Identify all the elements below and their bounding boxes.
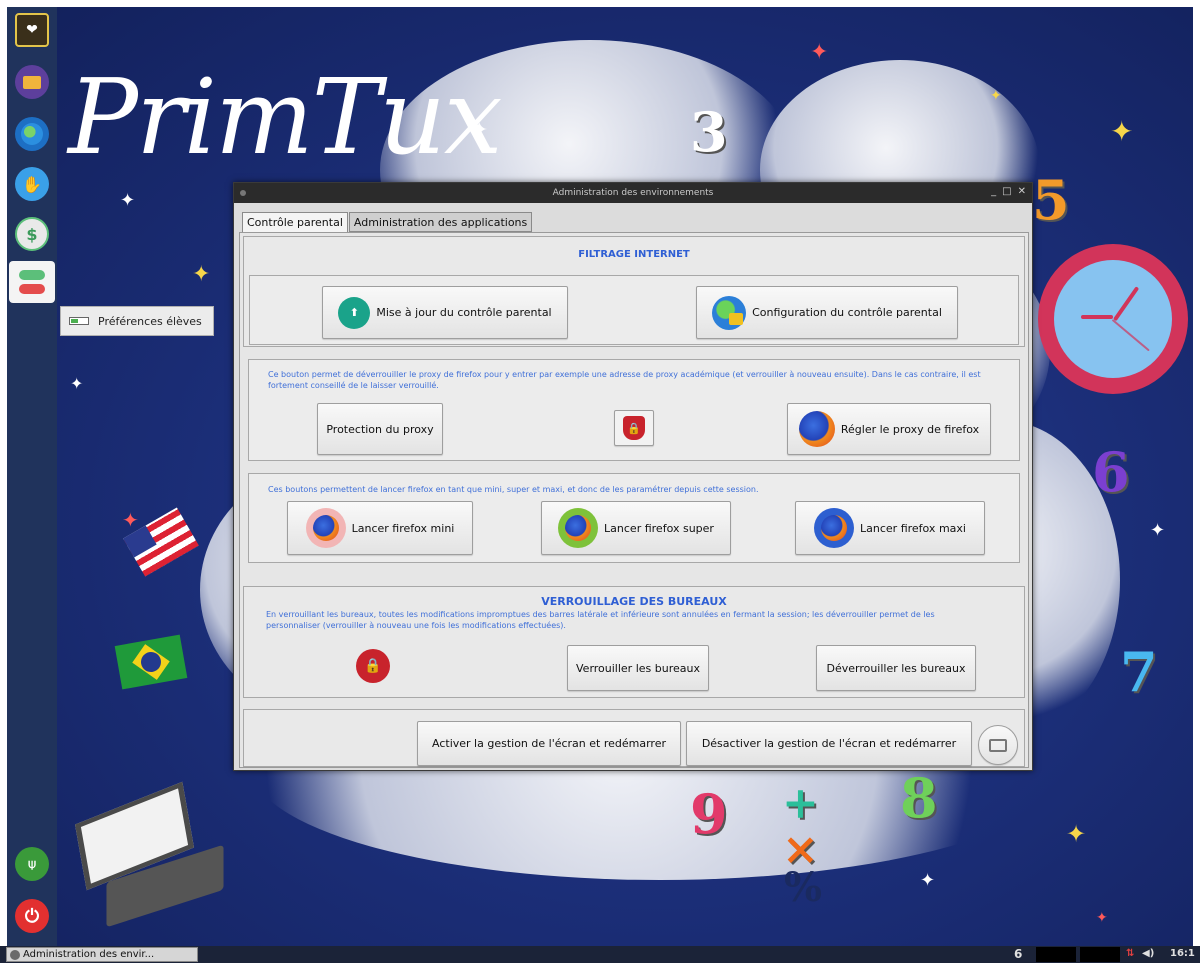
star-decoration: ✦ (122, 508, 139, 532)
star-decoration: ✦ (192, 262, 211, 287)
deactivate-screen-button[interactable]: Désactiver la gestion de l'écran et redé… (686, 721, 972, 766)
workspace-box[interactable] (1036, 947, 1076, 962)
firefox-icon (798, 411, 835, 447)
activate-screen-button[interactable]: Activer la gestion de l'écran et redémar… (417, 721, 681, 766)
tab-panel: FILTRAGE INTERNET ⬆ Mise à jour du contr… (239, 232, 1029, 768)
monitor-icon (989, 738, 1007, 752)
taskbar-clock[interactable]: 16:1 (1170, 948, 1195, 959)
firefox-mini-button[interactable]: Lancer firefox mini (287, 501, 473, 555)
preferences-tooltip: Préférences élèves (60, 306, 214, 336)
lock-status-button[interactable]: 🔒 (352, 645, 394, 687)
toggle-icon (69, 317, 89, 325)
antenna-icon[interactable]: ⍦ (15, 847, 49, 881)
power-icon[interactable]: ⏻ (15, 899, 49, 933)
star-decoration: ✦ (1110, 115, 1134, 148)
number-decoration: 9 (690, 782, 728, 846)
star-decoration: ✦ (810, 40, 829, 65)
lock-icon: 🔒 (356, 649, 390, 683)
star-decoration: ✦ (990, 88, 1002, 104)
minimize-icon[interactable]: _ (991, 186, 996, 197)
firefox-section: Ces boutons permettent de lancer firefox… (248, 473, 1020, 563)
admin-window: Administration des environnements _ □ ✕ … (233, 182, 1033, 771)
lock-heading: VERROUILLAGE DES BUREAUX (541, 595, 727, 608)
filtrage-box: ⬆ Mise à jour du contrôle parental Confi… (249, 275, 1019, 345)
tab-parental-control[interactable]: Contrôle parental (242, 212, 348, 233)
brazil-flag-decoration (114, 634, 188, 690)
window-title: Administration des environnements (552, 188, 714, 198)
laptop-decoration (70, 781, 230, 928)
taskbar: Administration des envir... 6 ⇅ ◀) 16:1 (0, 946, 1200, 963)
number-decoration: 5 (1032, 168, 1070, 232)
firefox-proxy-button[interactable]: Régler le proxy de firefox (787, 403, 991, 455)
globe-icon[interactable] (15, 117, 49, 151)
proxy-protection-button[interactable]: Protection du proxy (317, 403, 443, 455)
config-parental-button[interactable]: Configuration du contrôle parental (696, 286, 958, 339)
update-parental-button[interactable]: ⬆ Mise à jour du contrôle parental (322, 286, 568, 339)
window-menu-icon[interactable] (240, 190, 246, 196)
primtux-menu-icon[interactable]: ❤ (15, 13, 49, 47)
primtux-logo: PrimTux (68, 56, 503, 178)
shield-lock-icon: 🔒 (623, 416, 645, 440)
left-dock: ❤ ✋ $ ⍦ ⏻ (7, 7, 57, 947)
number-decoration: 6 (1092, 440, 1130, 504)
globe-lock-icon (712, 295, 747, 330)
filtrage-heading: FILTRAGE INTERNET (578, 249, 690, 260)
screen-section: Activer la gestion de l'écran et redémar… (243, 709, 1025, 767)
network-icon[interactable]: ⇅ (1126, 948, 1134, 959)
lock-description: En verrouillant les bureaux, toutes les … (266, 610, 935, 630)
firefox-maxi-button[interactable]: Lancer firefox maxi (795, 501, 985, 555)
number-decoration: 8 (900, 766, 938, 830)
tab-app-admin[interactable]: Administration des applications (348, 212, 533, 232)
star-decoration: ✦ (920, 870, 936, 891)
screen-settings-button[interactable] (978, 725, 1018, 765)
tooltip-label: Préférences élèves (98, 314, 202, 328)
star-decoration: ✦ (120, 190, 136, 211)
star-decoration: ✦ (470, 118, 489, 143)
star-decoration: ✦ (70, 374, 84, 393)
proxy-description: Ce bouton permet de déverrouiller le pro… (268, 370, 981, 390)
tab-bar: Contrôle parental Administration des app… (242, 212, 533, 233)
workspace-indicator[interactable]: 6 (1014, 947, 1022, 961)
plus-decoration: + (782, 778, 819, 829)
firefox-super-button[interactable]: Lancer firefox super (541, 501, 731, 555)
dollar-icon[interactable]: $ (15, 217, 49, 251)
percent-decoration: % (784, 864, 823, 911)
number-decoration: 7 (1120, 640, 1158, 704)
proxy-section: Ce bouton permet de déverrouiller le pro… (248, 359, 1020, 461)
folder-icon[interactable] (15, 65, 49, 99)
star-decoration: ✦ (1096, 910, 1108, 926)
clock-decoration (1038, 244, 1188, 394)
workspace-box[interactable] (1080, 947, 1120, 962)
firefox-maxi-icon (814, 508, 855, 548)
number-decoration: 3 (690, 100, 728, 164)
firefox-super-icon (558, 508, 599, 548)
star-decoration: ✦ (1150, 520, 1166, 541)
proxy-lock-button[interactable]: 🔒 (614, 410, 654, 446)
maximize-icon[interactable]: □ (1002, 186, 1011, 197)
firefox-description: Ces boutons permettent de lancer firefox… (268, 485, 759, 494)
taskbar-window-button[interactable]: Administration des envir... (6, 947, 198, 962)
star-decoration: ✦ (1066, 820, 1087, 848)
firefox-mini-icon (305, 508, 346, 548)
toggle-preferences-icon[interactable] (9, 261, 55, 303)
close-icon[interactable]: ✕ (1018, 186, 1026, 197)
lock-section: VERROUILLAGE DES BUREAUX En verrouillant… (243, 586, 1025, 698)
filtrage-section: FILTRAGE INTERNET ⬆ Mise à jour du contr… (243, 236, 1025, 347)
volume-icon[interactable]: ◀) (1142, 948, 1154, 959)
hands-icon[interactable]: ✋ (15, 167, 49, 201)
unlock-desktops-button[interactable]: Déverrouiller les bureaux (816, 645, 976, 691)
lock-desktops-button[interactable]: Verrouiller les bureaux (567, 645, 709, 691)
app-icon (10, 949, 20, 960)
update-icon: ⬆ (338, 296, 371, 329)
window-titlebar[interactable]: Administration des environnements _ □ ✕ (234, 183, 1032, 203)
